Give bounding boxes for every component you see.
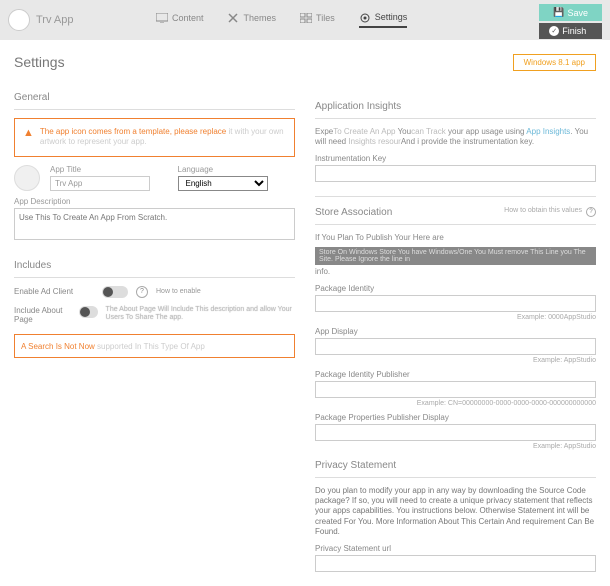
privacy-url-label: Privacy Statement url	[315, 544, 596, 553]
icon-warning: ▲ The app icon comes from a template, pl…	[14, 118, 295, 157]
app-display-input[interactable]	[315, 338, 596, 355]
publisher-display-label: Package Properties Publisher Display	[315, 413, 596, 422]
publisher-display-example: Example: AppStudio	[315, 443, 596, 450]
how-to-enable[interactable]: How to enable	[156, 288, 201, 295]
publisher-label: Package Identity Publisher	[315, 370, 596, 379]
left-column: Settings General ▲ The app icon comes fr…	[14, 54, 295, 572]
tab-settings[interactable]: Settings	[359, 12, 408, 28]
app-icon-thumb[interactable]	[14, 165, 40, 191]
privacy-heading: Privacy Statement	[315, 460, 596, 471]
ad-client-label: Enable Ad Client	[14, 287, 94, 296]
tiles-icon	[300, 13, 312, 23]
windows-badge: Windows 8.1 app	[513, 54, 596, 71]
check-icon: ✓	[549, 26, 559, 36]
save-button[interactable]: 💾Save	[539, 4, 602, 21]
search-warning: A Search Is Not Now supported In This Ty…	[14, 334, 295, 358]
store-heading: Store Association?How to obtain this val…	[315, 207, 596, 218]
app-insights-link[interactable]: App Insights	[526, 127, 570, 136]
warning-icon: ▲	[23, 127, 34, 148]
publisher-display-input[interactable]	[315, 424, 596, 441]
gear-icon	[359, 12, 371, 22]
instrumentation-key-input[interactable]	[315, 165, 596, 182]
about-page-desc: The About Page Will Include This descrip…	[106, 306, 295, 323]
tab-tiles[interactable]: Tiles	[300, 12, 335, 28]
about-page-label: Include About Page	[14, 306, 71, 324]
help-icon[interactable]: ?	[136, 286, 148, 298]
insights-heading: Application Insights	[315, 101, 596, 112]
package-identity-label: Package Identity	[315, 284, 596, 293]
app-title-input[interactable]	[50, 176, 150, 191]
publisher-example: Example: CN=00000000-0000-0000-0000-0000…	[315, 400, 596, 407]
includes-heading: Includes	[14, 260, 295, 271]
nav-tabs: Content Themes Tiles Settings	[156, 12, 407, 28]
store-dark-bar: Store On Windows Store You have Windows/…	[315, 247, 596, 265]
package-identity-example: Example: 0000AppStudio	[315, 314, 596, 321]
monitor-icon	[156, 13, 168, 23]
help-icon[interactable]: ?	[586, 207, 596, 217]
instrumentation-key-label: Instrumentation Key	[315, 154, 596, 163]
insights-text: ExpeTo Create An App Youcan Track your a…	[315, 127, 596, 148]
finish-button[interactable]: ✓Finish	[539, 23, 602, 39]
right-column: Windows 8.1 app Application Insights Exp…	[315, 54, 596, 572]
general-heading: General	[14, 92, 295, 103]
language-label: Language	[178, 165, 296, 174]
ad-client-toggle[interactable]	[102, 286, 128, 298]
tools-icon	[228, 13, 240, 23]
top-bar: Trv App Content Themes Tiles Settings 💾S…	[0, 0, 610, 40]
app-logo	[8, 9, 30, 31]
app-desc-label: App Description	[14, 197, 295, 206]
store-text: If You Plan To Publish Your Here are	[315, 233, 596, 243]
app-display-example: Example: AppStudio	[315, 357, 596, 364]
privacy-url-input[interactable]	[315, 555, 596, 572]
tab-themes[interactable]: Themes	[228, 12, 277, 28]
app-desc-input[interactable]	[14, 208, 295, 240]
app-title: Trv App	[36, 14, 116, 26]
page-title: Settings	[14, 54, 65, 70]
save-icon: 💾	[553, 7, 564, 18]
app-display-label: App Display	[315, 327, 596, 336]
about-page-toggle[interactable]	[79, 306, 98, 318]
privacy-text: Do you plan to modify your app in any wa…	[315, 486, 596, 538]
app-title-label: App Title	[50, 165, 168, 174]
package-identity-input[interactable]	[315, 295, 596, 312]
tab-content[interactable]: Content	[156, 12, 204, 28]
publisher-input[interactable]	[315, 381, 596, 398]
language-select[interactable]: English	[178, 176, 268, 191]
